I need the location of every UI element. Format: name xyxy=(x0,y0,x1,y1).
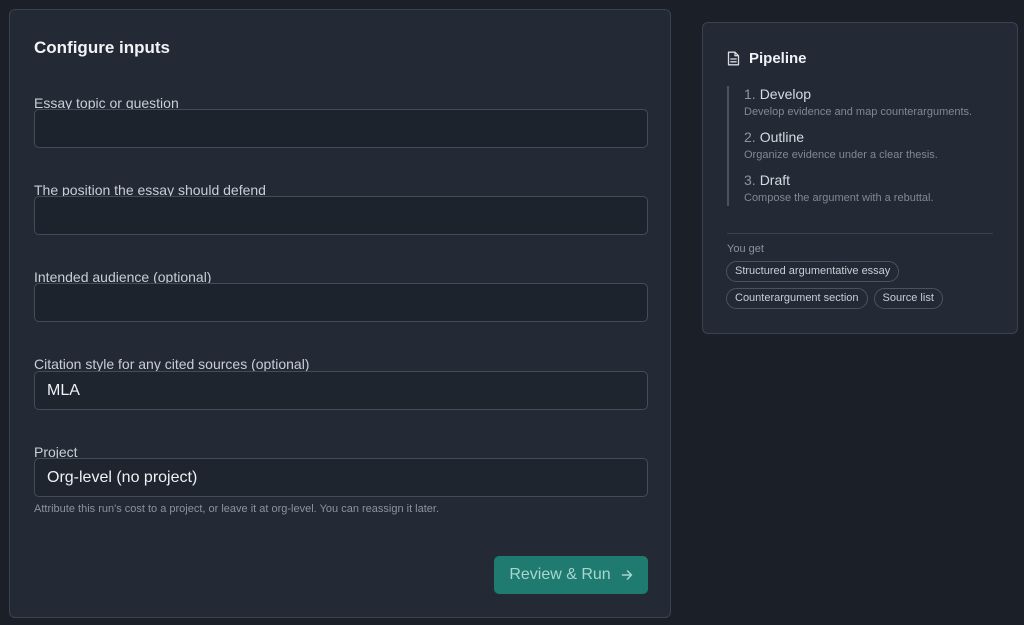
output-chips: Structured argumentative essay Counterar… xyxy=(726,261,996,309)
review-run-label: Review & Run xyxy=(509,566,611,583)
pipeline-step-develop: 1. Develop Develop evidence and map count… xyxy=(744,86,993,120)
step-number: 3. xyxy=(744,172,756,188)
output-chip: Source list xyxy=(873,288,943,309)
arrow-right-icon xyxy=(621,569,633,581)
document-icon xyxy=(727,51,740,66)
step-title: 1. Develop xyxy=(744,86,993,103)
project-select[interactable]: Org-level (no project) xyxy=(34,458,648,497)
step-description: Organize evidence under a clear thesis. xyxy=(744,149,938,161)
you-get-label: You get xyxy=(727,243,764,255)
pipeline-card: Pipeline 1. Develop Develop evidence and … xyxy=(702,22,1018,334)
step-title: 3. Draft xyxy=(744,172,993,189)
position-input[interactable] xyxy=(34,196,648,235)
configure-inputs-card: Configure inputs Essay topic or question… xyxy=(9,9,671,618)
step-name: Draft xyxy=(759,172,791,188)
step-number: 2. xyxy=(744,129,756,145)
project-help-text: Attribute this run's cost to a project, … xyxy=(34,503,440,515)
step-name: Develop xyxy=(759,86,812,102)
citation-style-label: Citation style for any cited sources (op… xyxy=(34,356,310,372)
step-name: Outline xyxy=(759,129,805,145)
config-title: Configure inputs xyxy=(34,38,170,57)
essay-topic-input[interactable] xyxy=(34,109,648,148)
step-description: Compose the argument with a rebuttal. xyxy=(744,192,934,204)
step-title: 2. Outline xyxy=(744,129,993,146)
review-run-button[interactable]: Review & Run xyxy=(494,556,648,594)
output-chip: Structured argumentative essay xyxy=(726,261,900,282)
step-description: Develop evidence and map counterargument… xyxy=(744,106,973,118)
citation-style-input[interactable]: MLA xyxy=(34,371,648,410)
pipeline-header: Pipeline xyxy=(727,50,807,67)
pipeline-step-outline: 2. Outline Organize evidence under a clea… xyxy=(744,129,993,163)
audience-input[interactable] xyxy=(34,283,648,322)
pipeline-steps: 1. Develop Develop evidence and map count… xyxy=(727,86,993,206)
step-number: 1. xyxy=(744,86,756,102)
output-chip: Counterargument section xyxy=(726,288,868,309)
pipeline-title: Pipeline xyxy=(749,50,807,67)
pipeline-step-draft: 3. Draft Compose the argument with a rebu… xyxy=(744,172,993,206)
divider xyxy=(727,233,993,234)
page: Configure inputs Essay topic or question… xyxy=(0,0,1024,625)
